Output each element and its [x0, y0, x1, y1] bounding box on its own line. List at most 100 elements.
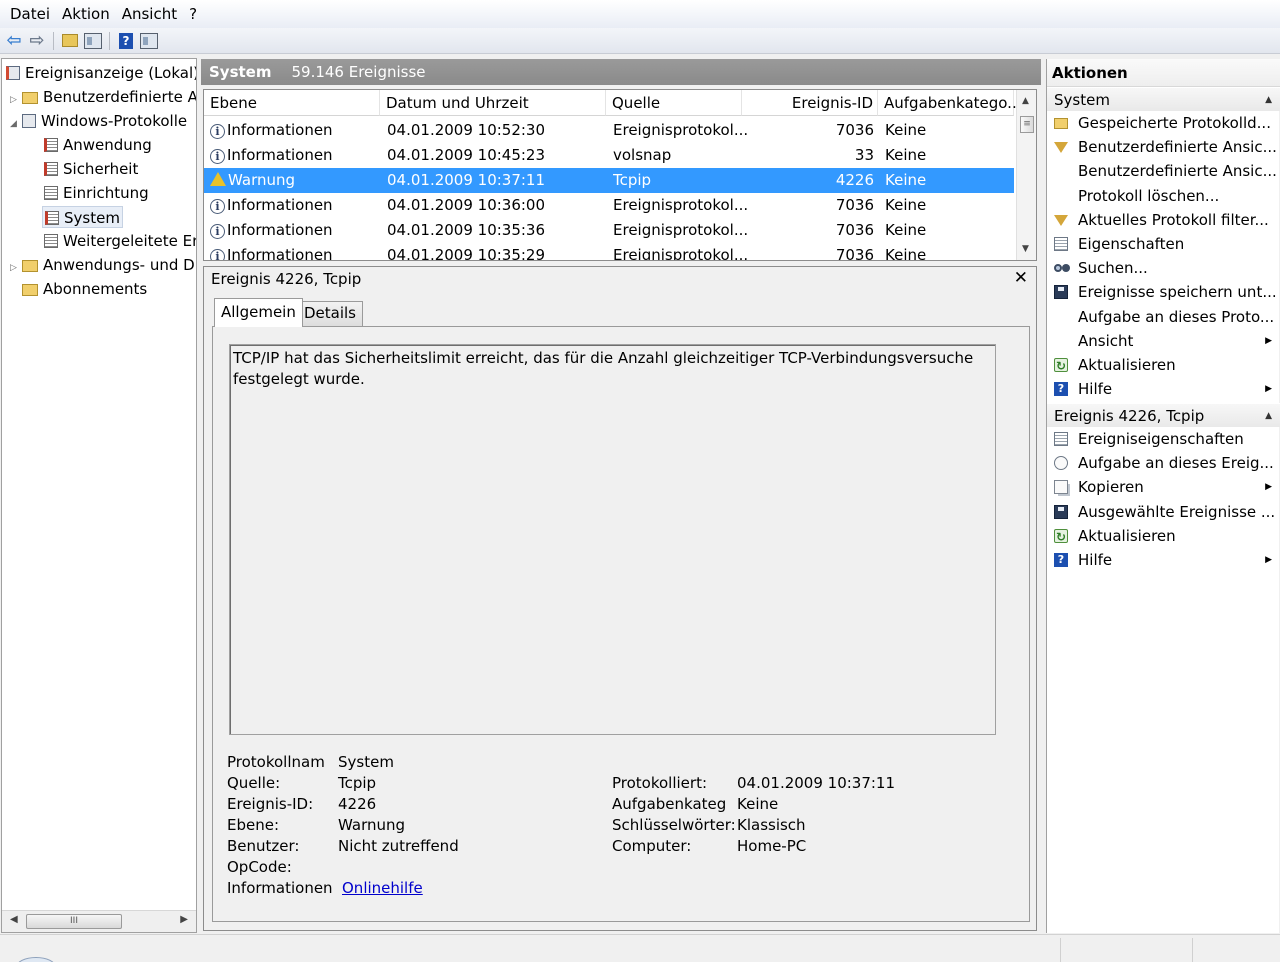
tree-item-root[interactable]: Ereignisanzeige (Lokal): [6, 62, 196, 84]
field-value-logged[interactable]: 04.01.2009 10:37:11: [737, 774, 895, 792]
action-label: Hilfe: [1078, 551, 1113, 569]
table-row[interactable]: i Informationen 04.01.2009 10:36:00 Ereigni…: [204, 193, 1014, 218]
task-icon: [1054, 456, 1068, 471]
action-item[interactable]: Eigenschaften: [1047, 232, 1280, 256]
scroll-up-icon[interactable]: ▲: [1022, 96, 1029, 106]
scroll-down-icon[interactable]: ▼: [1022, 244, 1029, 254]
table-row[interactable]: Warnung 04.01.2009 10:37:11 Tcpip 4226 Keine: [204, 168, 1014, 193]
tab-allgemein[interactable]: Allgemein: [214, 298, 303, 327]
scroll-thumb[interactable]: ≡: [1020, 116, 1034, 133]
online-help-link[interactable]: Onlinehilfe: [342, 879, 423, 897]
action-item[interactable]: Aktualisieren: [1047, 353, 1280, 377]
tree-item-system[interactable]: System: [42, 206, 123, 228]
actions-section-system[interactable]: System ▲: [1047, 87, 1280, 111]
field-value-log-name[interactable]: System: [338, 753, 394, 771]
action-item[interactable]: Kopieren ▶: [1047, 475, 1280, 499]
menu-help[interactable]: ?: [183, 5, 203, 23]
start-orb-icon[interactable]: [16, 957, 56, 962]
scroll-thumb[interactable]: III: [26, 914, 122, 929]
action-item[interactable]: Aktuelles Protokoll filter...: [1047, 208, 1280, 232]
folder-up-icon[interactable]: [60, 31, 80, 51]
table-row[interactable]: i Informationen 04.01.2009 10:35:29 Ereigni…: [204, 243, 1014, 261]
cell-event-id: 7036: [835, 246, 874, 261]
filter-icon: [1054, 214, 1068, 226]
help-icon[interactable]: ?: [116, 31, 136, 51]
console-tree-icon[interactable]: [83, 31, 103, 51]
action-label: Hilfe: [1078, 380, 1113, 399]
tree-item-subscriptions[interactable]: Abonnements: [22, 278, 147, 300]
action-item[interactable]: Aufgabe an dieses Ereig...: [1047, 451, 1280, 475]
tree-horizontal-scrollbar[interactable]: ◀ III ▶: [2, 910, 196, 932]
folder-icon: [22, 260, 38, 272]
field-value-event-id[interactable]: 4226: [338, 795, 376, 813]
action-item[interactable]: Ereigniseigenschaften: [1047, 427, 1280, 451]
submenu-arrow-icon: ▶: [1265, 335, 1272, 346]
field-value-task-category[interactable]: Keine: [737, 795, 778, 813]
collapse-icon[interactable]: ▲: [1265, 404, 1272, 428]
field-value-source[interactable]: Tcpip: [338, 774, 376, 792]
table-row[interactable]: i Informationen 04.01.2009 10:52:30 Ereigni…: [204, 118, 1014, 143]
table-row[interactable]: i Informationen 04.01.2009 10:35:36 Ereigni…: [204, 218, 1014, 243]
actions-section-event[interactable]: Ereignis 4226, Tcpip ▲: [1047, 403, 1280, 427]
close-icon[interactable]: ✕: [1014, 268, 1028, 288]
collapse-icon[interactable]: ◢: [10, 113, 22, 135]
action-item[interactable]: Gespeicherte Protokolld...: [1047, 111, 1280, 135]
cell-source: Ereignisprotokol...: [613, 196, 749, 214]
action-label: Gespeicherte Protokolld...: [1078, 114, 1271, 132]
action-item[interactable]: Aktualisieren: [1047, 524, 1280, 548]
action-pane-icon[interactable]: [139, 31, 159, 51]
tree-item-label: Benutzerdefinierte An: [43, 88, 197, 106]
tree-item-label: Weitergeleitete Ere: [63, 232, 197, 250]
cell-task: Keine: [885, 146, 927, 164]
tree-item-security[interactable]: Sicherheit: [44, 158, 138, 180]
column-header-task-category[interactable]: Aufgabenkatego...: [878, 90, 1021, 116]
menu-ansicht[interactable]: Ansicht: [116, 5, 183, 23]
tree-item-setup[interactable]: Einrichtung: [44, 182, 149, 204]
tab-details[interactable]: Details: [297, 301, 364, 326]
field-value-keywords[interactable]: Klassisch: [737, 816, 806, 834]
tree-item-apps-services[interactable]: ▷ Anwendungs- und Die: [10, 254, 197, 279]
menu-bar: Datei Aktion Ansicht ?: [0, 0, 1280, 28]
expand-icon[interactable]: ▷: [10, 257, 22, 279]
event-description[interactable]: TCP/IP hat das Sicherheitslimit erreicht…: [229, 344, 996, 735]
action-item[interactable]: Ereignisse speichern unt...: [1047, 280, 1280, 304]
collapse-icon[interactable]: ▲: [1265, 88, 1272, 112]
action-label: Aktualisieren: [1078, 356, 1176, 374]
action-item[interactable]: Aufgabe an dieses Proto...: [1047, 305, 1280, 329]
field-label-logged: Protokolliert:: [612, 774, 708, 792]
field-value-user[interactable]: Nicht zutreffend: [338, 837, 459, 855]
column-header-source[interactable]: Quelle: [606, 90, 742, 116]
column-header-event-id[interactable]: Ereignis-ID: [742, 90, 878, 116]
action-item[interactable]: ? Hilfe ▶: [1047, 548, 1280, 572]
tree-item-application[interactable]: Anwendung: [44, 134, 152, 156]
action-item[interactable]: Protokoll löschen...: [1047, 184, 1280, 208]
cell-date: 04.01.2009 10:45:23: [387, 146, 546, 164]
properties-icon: [1054, 237, 1068, 251]
column-header-date[interactable]: Datum und Uhrzeit: [380, 90, 606, 116]
scroll-left-icon[interactable]: ◀: [10, 914, 18, 925]
action-item[interactable]: Ausgewählte Ereignisse ...: [1047, 500, 1280, 524]
action-item[interactable]: Suchen...: [1047, 256, 1280, 280]
scroll-right-icon[interactable]: ▶: [180, 914, 188, 925]
menu-aktion[interactable]: Aktion: [56, 5, 116, 23]
back-arrow-icon[interactable]: ⇦: [4, 30, 24, 51]
status-bar: [0, 934, 1280, 962]
action-item[interactable]: Benutzerdefinierte Ansic...: [1047, 135, 1280, 159]
tree-item-windows-logs[interactable]: ◢ Windows-Protokolle: [10, 110, 187, 132]
tree-item-custom-views[interactable]: ▷ Benutzerdefinierte An: [10, 86, 197, 111]
event-list-scrollbar[interactable]: ▲ ≡ ▼: [1016, 90, 1036, 260]
action-item[interactable]: ? Hilfe ▶: [1047, 377, 1280, 401]
table-row[interactable]: i Informationen 04.01.2009 10:45:23 volsnap…: [204, 143, 1014, 168]
tree-item-label: Anwendungs- und Die: [43, 256, 197, 274]
action-item[interactable]: Benutzerdefinierte Ansic...: [1047, 159, 1280, 183]
field-value-computer[interactable]: Home-PC: [737, 837, 806, 855]
event-list: Ebene Datum und Uhrzeit Quelle Ereignis-…: [203, 89, 1037, 261]
field-value-level[interactable]: Warnung: [338, 816, 405, 834]
action-item[interactable]: Ansicht ▶: [1047, 329, 1280, 353]
expand-icon[interactable]: ▷: [10, 89, 22, 111]
menu-datei[interactable]: Datei: [4, 5, 56, 23]
column-header-level[interactable]: Ebene: [204, 90, 380, 116]
forward-arrow-icon[interactable]: ⇨: [27, 30, 47, 51]
tree-item-label: Sicherheit: [63, 160, 139, 178]
tree-item-forwarded[interactable]: Weitergeleitete Ere: [44, 230, 197, 252]
